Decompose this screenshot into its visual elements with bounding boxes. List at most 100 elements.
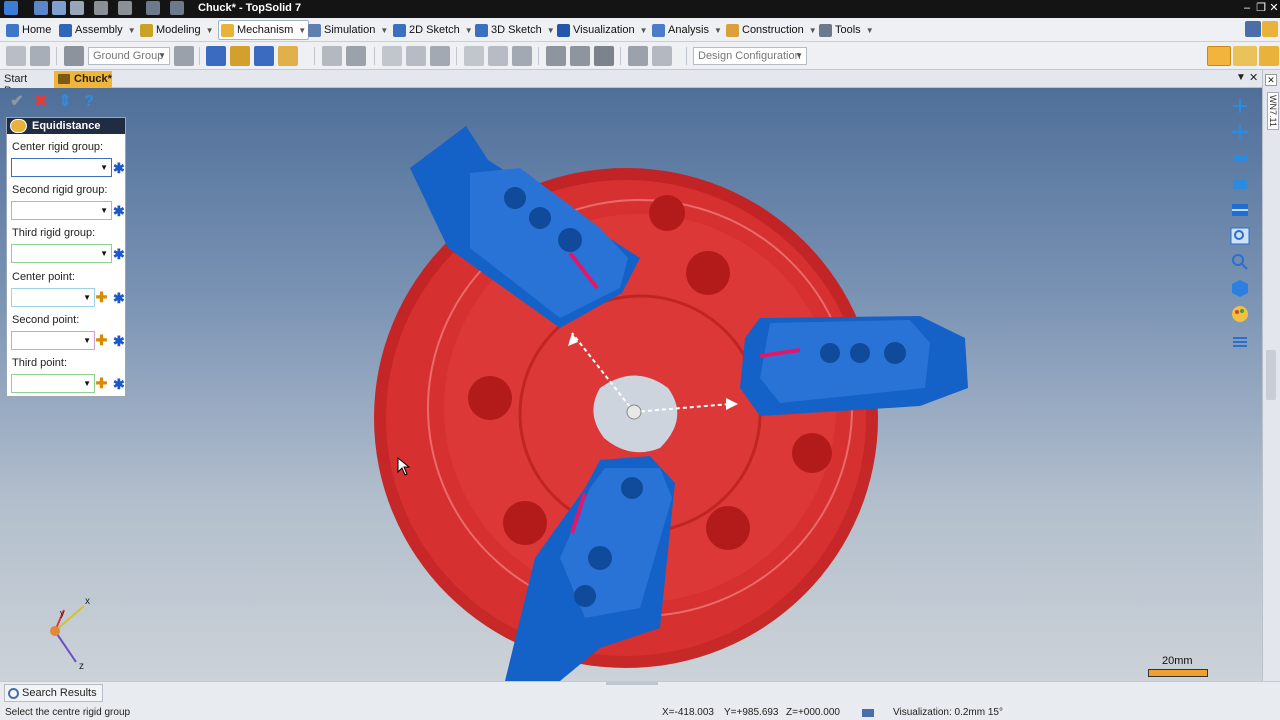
undo-icon[interactable] — [94, 1, 108, 15]
menu-mechanism[interactable]: Mechanism ▼ — [218, 20, 310, 40]
view-direction-icon[interactable] — [1229, 148, 1251, 168]
filter-icon[interactable] — [1233, 46, 1257, 66]
pan-icon[interactable] — [1229, 122, 1251, 142]
chevron-down-icon: ▼ — [158, 51, 166, 60]
slider-joint-icon[interactable] — [254, 46, 274, 66]
zoom-all-icon[interactable] — [1229, 96, 1251, 116]
menu-analysis-label: Analysis — [668, 24, 709, 36]
app-icon[interactable] — [4, 1, 18, 15]
constraint-icon[interactable] — [206, 46, 226, 66]
menu-visualization[interactable]: Visualization ▼ — [555, 21, 649, 39]
path-icon[interactable] — [628, 46, 648, 66]
tab-chuck[interactable]: Chuck* — [54, 71, 112, 88]
document-tabs: Start Page Chuck* ▼ ✕ — [0, 70, 1280, 97]
center-point-marker[interactable] — [626, 404, 642, 420]
options-icon[interactable] — [146, 1, 160, 15]
zoom-icon[interactable] — [1229, 252, 1251, 272]
zoom-window-icon[interactable] — [1229, 226, 1251, 246]
third-rigid-group-input[interactable]: ▼ — [11, 244, 112, 263]
add-point-icon[interactable]: ✚ — [95, 333, 108, 347]
motion-icon[interactable] — [430, 46, 450, 66]
mechanism-tool-icon[interactable] — [6, 46, 26, 66]
menu-home[interactable]: Home — [4, 21, 53, 39]
cube-view-icon[interactable] — [1229, 278, 1251, 298]
menu-modeling[interactable]: Modeling ▼ — [138, 21, 216, 39]
menu-simulation[interactable]: Simulation ▼ — [306, 21, 390, 39]
save-icon[interactable] — [34, 1, 48, 15]
third-point-input[interactable]: ▼ — [11, 374, 95, 393]
separator — [374, 47, 375, 65]
add-point-icon[interactable]: ✚ — [95, 290, 108, 304]
center-rigid-group-label: Center rigid group: — [12, 141, 104, 153]
assembly-icon — [59, 23, 72, 37]
tab-list-icon[interactable]: ▼ — [1236, 72, 1246, 83]
menu-2d-sketch[interactable]: 2D Sketch ▼ — [391, 21, 475, 39]
visualization-icon — [862, 709, 874, 717]
quick-access-dropdown-icon[interactable] — [170, 1, 184, 15]
properties-icon[interactable] — [1229, 330, 1251, 350]
drive-icon[interactable] — [322, 46, 342, 66]
tab-close-icon[interactable]: ✕ — [1249, 71, 1258, 84]
chevron-down-icon: ▼ — [464, 25, 473, 35]
menu-tools[interactable]: Tools ▼ — [817, 21, 876, 39]
cam-icon[interactable] — [652, 46, 672, 66]
color-palette-icon[interactable] — [1229, 304, 1251, 324]
close-pane-icon[interactable]: ✕ — [1265, 74, 1277, 86]
add-point-icon[interactable]: ✚ — [95, 376, 108, 390]
help-button[interactable]: ? — [80, 93, 98, 111]
curve-icon[interactable] — [464, 46, 484, 66]
move-icon[interactable] — [406, 46, 426, 66]
status-bar: Select the centre rigid group X=-418.003… — [0, 706, 1280, 720]
interference-icon[interactable] — [570, 46, 590, 66]
print-icon[interactable] — [70, 1, 84, 15]
status-area: Search Results Select the centre rigid g… — [0, 681, 1280, 720]
splitter-handle[interactable] — [606, 682, 658, 685]
sensor-icon[interactable] — [346, 46, 366, 66]
rigid-group-icon[interactable] — [174, 46, 194, 66]
center-point-input[interactable]: ▼ — [11, 288, 95, 307]
envelope-icon[interactable] — [512, 46, 532, 66]
joint-tool-icon[interactable] — [30, 46, 50, 66]
menu-3d-sketch[interactable]: 3D Sketch ▼ — [473, 21, 557, 39]
camera-icon[interactable] — [1229, 174, 1251, 194]
save-all-icon[interactable] — [52, 1, 66, 15]
scrollbar-thumb[interactable] — [1266, 350, 1276, 400]
jaw-right[interactable] — [740, 316, 968, 416]
cancel-button[interactable]: ✖ — [32, 93, 50, 111]
options-gear-icon[interactable] — [1262, 21, 1278, 37]
docked-pane-tab[interactable]: WN7.11 — [1267, 92, 1279, 130]
design-configuration-combo[interactable]: Design Configuration ▼ — [693, 47, 807, 65]
equidistance-icon[interactable] — [278, 46, 298, 66]
ground-group-combo[interactable]: Ground Group ▼ — [88, 47, 170, 65]
revolute-joint-icon[interactable] — [230, 46, 250, 66]
menu-simulation-label: Simulation — [324, 24, 376, 36]
minimize-button[interactable]: – — [1240, 1, 1254, 15]
close-button[interactable]: ✕ — [1267, 1, 1280, 15]
menu-assembly[interactable]: Assembly ▼ — [57, 21, 138, 39]
kinematic-icon[interactable] — [382, 46, 402, 66]
selection-mode-icon[interactable] — [1259, 46, 1279, 66]
select-cursor-icon[interactable] — [1207, 46, 1231, 66]
help-tools-icon[interactable] — [1245, 21, 1261, 37]
ok-button[interactable]: ✔ — [8, 93, 26, 111]
trajectory-icon[interactable] — [488, 46, 508, 66]
second-point-input[interactable]: ▼ — [11, 331, 95, 350]
chuck-model[interactable] — [0, 88, 1262, 681]
layers-icon[interactable] — [594, 46, 614, 66]
pin-button[interactable]: ⇕ — [56, 93, 74, 111]
ground-icon[interactable] — [64, 46, 84, 66]
3d-viewport[interactable]: x y z — [0, 88, 1262, 681]
menu-construction[interactable]: Construction ▼ — [724, 21, 819, 39]
tab-start-page[interactable]: Start Page — [0, 71, 54, 97]
redo-icon[interactable] — [118, 1, 132, 15]
collision-icon[interactable] — [546, 46, 566, 66]
analysis-icon — [652, 23, 665, 37]
menu-mechanism-label: Mechanism — [237, 24, 294, 36]
section-view-icon[interactable] — [1229, 200, 1251, 220]
menu-analysis[interactable]: Analysis ▼ — [650, 21, 724, 39]
second-rigid-group-input[interactable]: ▼ — [11, 201, 112, 220]
restore-button[interactable]: ❐ — [1254, 1, 1268, 15]
center-rigid-group-input[interactable]: ▼ — [11, 158, 112, 177]
search-results-tab[interactable]: Search Results — [4, 684, 103, 702]
ground-group-label: Ground Group — [93, 50, 164, 62]
